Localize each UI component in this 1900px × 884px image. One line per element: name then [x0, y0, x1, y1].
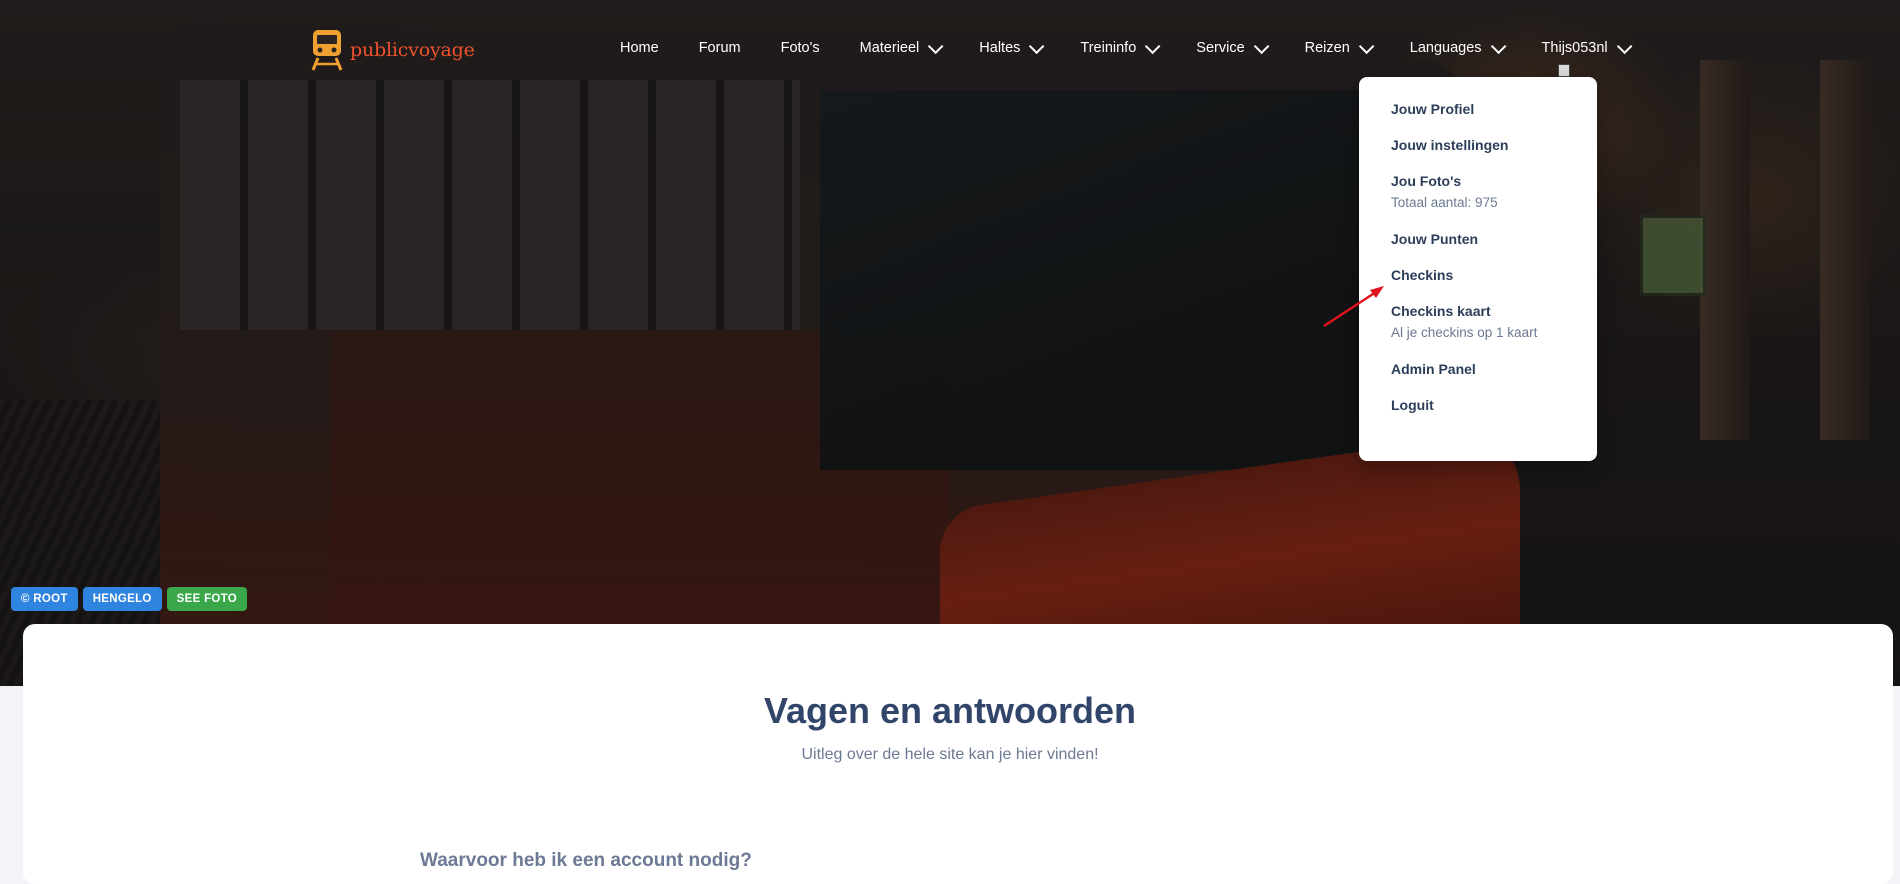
- chevron-down-icon: [1616, 38, 1633, 54]
- menu-item-loguit[interactable]: Loguit: [1359, 397, 1597, 413]
- menu-item-label: Jouw Profiel: [1391, 101, 1475, 117]
- nav-item-reizen[interactable]: Reizen: [1305, 38, 1375, 56]
- menu-item-label: Admin Panel: [1391, 361, 1476, 377]
- main-nav: Home Forum Foto's Materieel Haltes Trein…: [600, 38, 1648, 56]
- nav-item-fotos[interactable]: Foto's: [781, 40, 820, 56]
- menu-item-label: Checkins: [1391, 267, 1454, 283]
- nav-item-service[interactable]: Service: [1196, 38, 1270, 56]
- menu-item-checkins-kaart[interactable]: Checkins kaart Al je checkins op 1 kaart: [1359, 303, 1597, 341]
- chevron-down-icon: [1145, 38, 1161, 54]
- chevron-down-icon: [1358, 38, 1375, 54]
- hero-overlay: [0, 0, 1900, 686]
- menu-item-fotos[interactable]: Jou Foto's Totaal aantal: 975: [1359, 173, 1597, 211]
- nav-item-materieel[interactable]: Materieel: [860, 38, 944, 56]
- faq-question[interactable]: Waarvoor heb ik een account nodig?: [420, 850, 752, 872]
- badge-see-foto[interactable]: SEE FOTO: [166, 587, 248, 611]
- nav-item-home[interactable]: Home: [620, 40, 659, 56]
- photo-badges: © ROOT HENGELO SEE FOTO: [11, 587, 248, 611]
- nav-item-languages[interactable]: Languages: [1410, 38, 1506, 56]
- nav-item-treininfo[interactable]: Treininfo: [1080, 38, 1161, 56]
- menu-item-label: Jouw Punten: [1391, 231, 1479, 247]
- site-logo[interactable]: publicvoyage: [310, 28, 475, 72]
- chevron-down-icon: [928, 38, 944, 54]
- menu-item-profiel[interactable]: Jouw Profiel: [1359, 101, 1597, 117]
- badge-copyright[interactable]: © ROOT: [11, 587, 78, 611]
- train-icon: [311, 30, 343, 71]
- menu-item-label: Jouw instellingen: [1391, 137, 1509, 153]
- nav-item-haltes[interactable]: Haltes: [979, 38, 1045, 56]
- chevron-down-icon: [1490, 38, 1506, 54]
- menu-item-label: Checkins kaart: [1391, 303, 1491, 319]
- hero-background-photo: [0, 0, 1900, 686]
- nav-item-forum[interactable]: Forum: [699, 40, 741, 56]
- nav-item-user[interactable]: Thijs053nl: [1542, 38, 1633, 56]
- page-subtitle: Uitleg over de hele site kan je hier vin…: [801, 746, 1099, 763]
- user-status-icon: [1558, 64, 1570, 77]
- menu-item-instellingen[interactable]: Jouw instellingen: [1359, 137, 1597, 153]
- menu-item-checkins[interactable]: Checkins: [1359, 267, 1597, 283]
- menu-item-sublabel: Totaal aantal: 975: [1391, 195, 1498, 210]
- menu-item-punten[interactable]: Jouw Punten: [1359, 231, 1597, 247]
- logo-text: publicvoyage: [350, 39, 475, 61]
- menu-item-admin-panel[interactable]: Admin Panel: [1359, 361, 1597, 377]
- badge-location[interactable]: HENGELO: [82, 587, 162, 611]
- menu-item-label: Jou Foto's: [1391, 173, 1462, 189]
- page-title: Vagen en antwoorden: [763, 690, 1137, 731]
- menu-item-sublabel: Al je checkins op 1 kaart: [1391, 325, 1538, 340]
- chevron-down-icon: [1253, 38, 1270, 54]
- chevron-down-icon: [1029, 38, 1045, 54]
- menu-item-label: Loguit: [1391, 397, 1434, 413]
- annotation-arrow-icon: [1323, 286, 1384, 328]
- user-dropdown-menu: Jouw Profiel Jouw instellingen Jou Foto'…: [1359, 77, 1597, 461]
